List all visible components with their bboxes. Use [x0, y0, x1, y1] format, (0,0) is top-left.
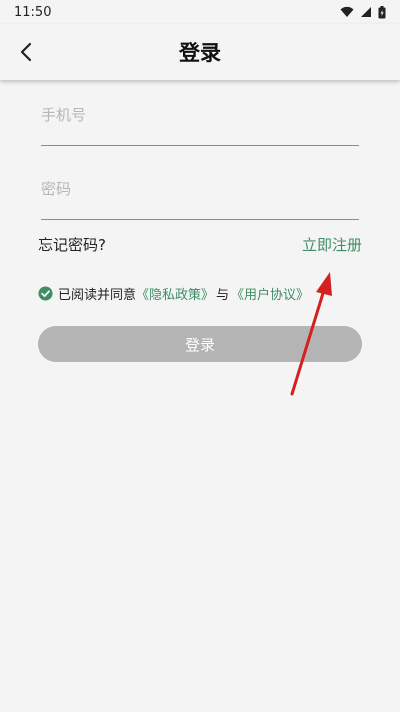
status-time: 11:50 — [14, 4, 52, 20]
status-icons — [340, 5, 386, 19]
page-title: 登录 — [179, 41, 221, 65]
privacy-policy-link[interactable]: 《隐私政策》 — [136, 284, 214, 303]
check-circle-icon[interactable] — [38, 285, 53, 301]
password-field — [41, 160, 359, 220]
battery-icon — [378, 5, 386, 18]
forgot-password-link[interactable]: 忘记密码? — [38, 234, 106, 255]
user-agreement-link[interactable]: 《用户协议》 — [231, 284, 309, 303]
agreement-prefix: 已阅读并同意 — [58, 287, 137, 303]
signal-icon — [361, 7, 371, 17]
password-input[interactable] — [41, 174, 359, 204]
phone-input[interactable] — [41, 100, 359, 130]
phone-field — [41, 86, 359, 146]
back-button[interactable] — [12, 38, 40, 66]
wifi-icon — [340, 6, 354, 17]
status-bar: 11:50 — [0, 0, 400, 24]
chevron-left-icon — [20, 42, 32, 62]
login-button[interactable]: 登录 — [38, 326, 362, 362]
app-header: 登录 — [0, 24, 400, 80]
agreement-conjunction: 与 — [216, 287, 230, 303]
register-link[interactable]: 立即注册 — [302, 234, 362, 255]
agreement-row: 已阅读并同意 《隐私政策》 与 《用户协议》 — [38, 283, 309, 303]
